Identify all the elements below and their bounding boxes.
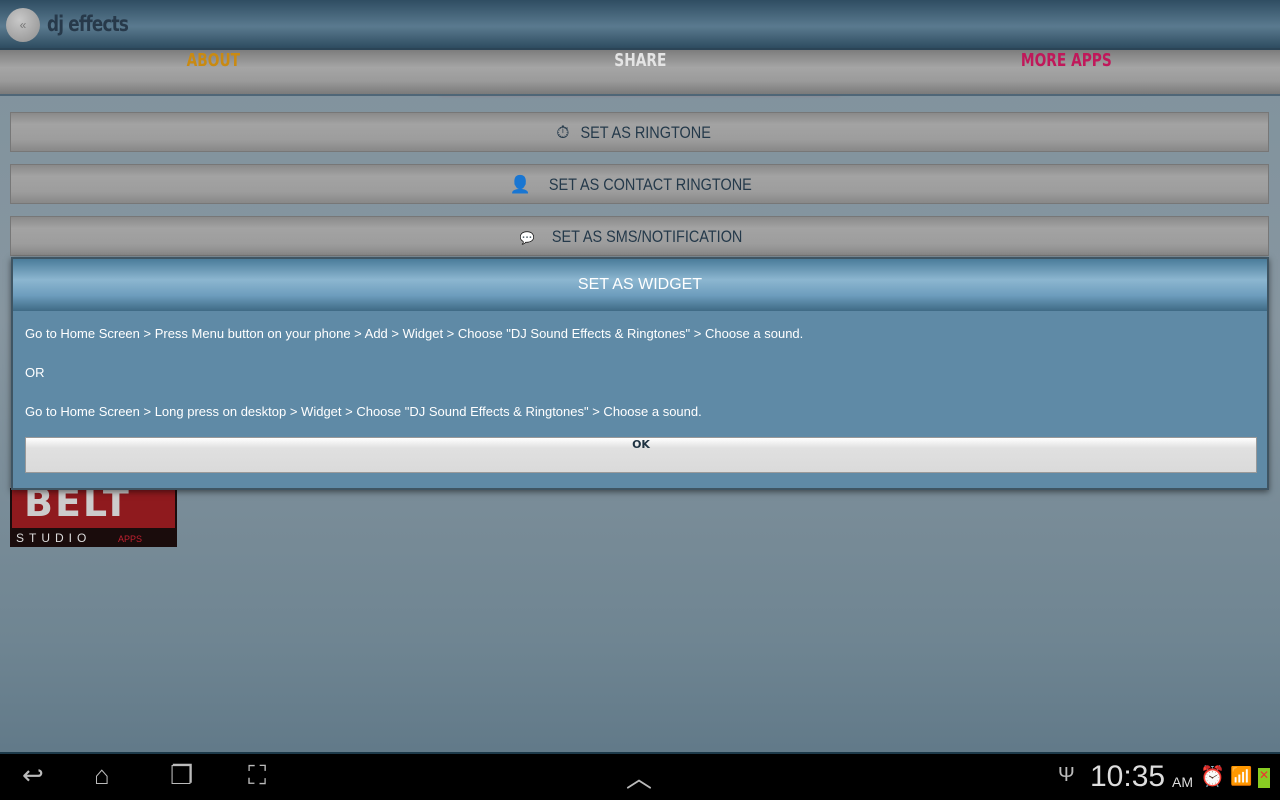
battery-icon: ✕ <box>1258 768 1270 788</box>
alarm-icon: ⏰ <box>1200 766 1225 788</box>
belt-studio-logo[interactable]: BELT STUDIO APPS <box>10 488 177 547</box>
tab-about[interactable]: ABOUT <box>32 50 395 94</box>
double-chevron-left-icon: « <box>19 18 27 32</box>
action-bar: « dj effects <box>0 0 1280 50</box>
tab-more-apps[interactable]: MORE APPS <box>885 50 1248 94</box>
logo-apps: APPS <box>118 534 143 544</box>
screenshot-icon[interactable]: ⛶ <box>248 760 266 792</box>
set-sms-label: SET AS SMS/NOTIFICATION <box>551 227 743 246</box>
set-ringtone-label: SET AS RINGTONE <box>580 123 712 142</box>
set-ringtone-button[interactable]: ⏱ SET AS RINGTONE <box>10 112 1269 152</box>
tab-bar: ABOUT SHARE MORE APPS <box>0 50 1280 96</box>
recent-apps-icon[interactable]: ❐ <box>170 760 193 791</box>
clock: 10:35 <box>1090 760 1166 793</box>
wifi-icon: 📶 <box>1230 766 1253 786</box>
back-button[interactable]: « <box>6 8 40 42</box>
back-nav-icon[interactable]: ↩ <box>22 760 44 791</box>
usb-icon: Ψ <box>1058 764 1075 786</box>
logo-text: BELT <box>12 488 175 528</box>
app-title: dj effects <box>47 12 129 36</box>
tab-share[interactable]: SHARE <box>459 50 822 94</box>
sms-icon: 💬 <box>519 231 535 245</box>
stopwatch-icon: ⏱ <box>556 123 570 142</box>
set-sms-notification-button[interactable]: 💬 SET AS SMS/NOTIFICATION <box>10 216 1269 256</box>
dialog-title: SET AS WIDGET <box>13 259 1267 311</box>
person-icon: 👤 <box>509 175 531 194</box>
ok-button[interactable]: OK <box>25 437 1257 473</box>
clock-ampm: AM <box>1172 774 1193 790</box>
instruction-2: Go to Home Screen > Long press on deskto… <box>25 404 702 419</box>
set-contact-ringtone-label: SET AS CONTACT RINGTONE <box>548 175 752 194</box>
set-contact-ringtone-button[interactable]: 👤 SET AS CONTACT RINGTONE <box>10 164 1269 204</box>
instruction-or: OR <box>25 365 45 380</box>
system-bar: ↩ ⌂ ❐ ⛶ ︿ Ψ 10:35 AM ⏰ 📶 ✕ <box>0 752 1280 800</box>
chevron-up-icon[interactable]: ︿ <box>626 758 652 795</box>
set-as-widget-dialog: SET AS WIDGET Go to Home Screen > Press … <box>11 257 1269 490</box>
home-icon[interactable]: ⌂ <box>94 760 110 791</box>
instruction-1: Go to Home Screen > Press Menu button on… <box>25 326 804 341</box>
logo-sub: STUDIO <box>16 531 92 545</box>
